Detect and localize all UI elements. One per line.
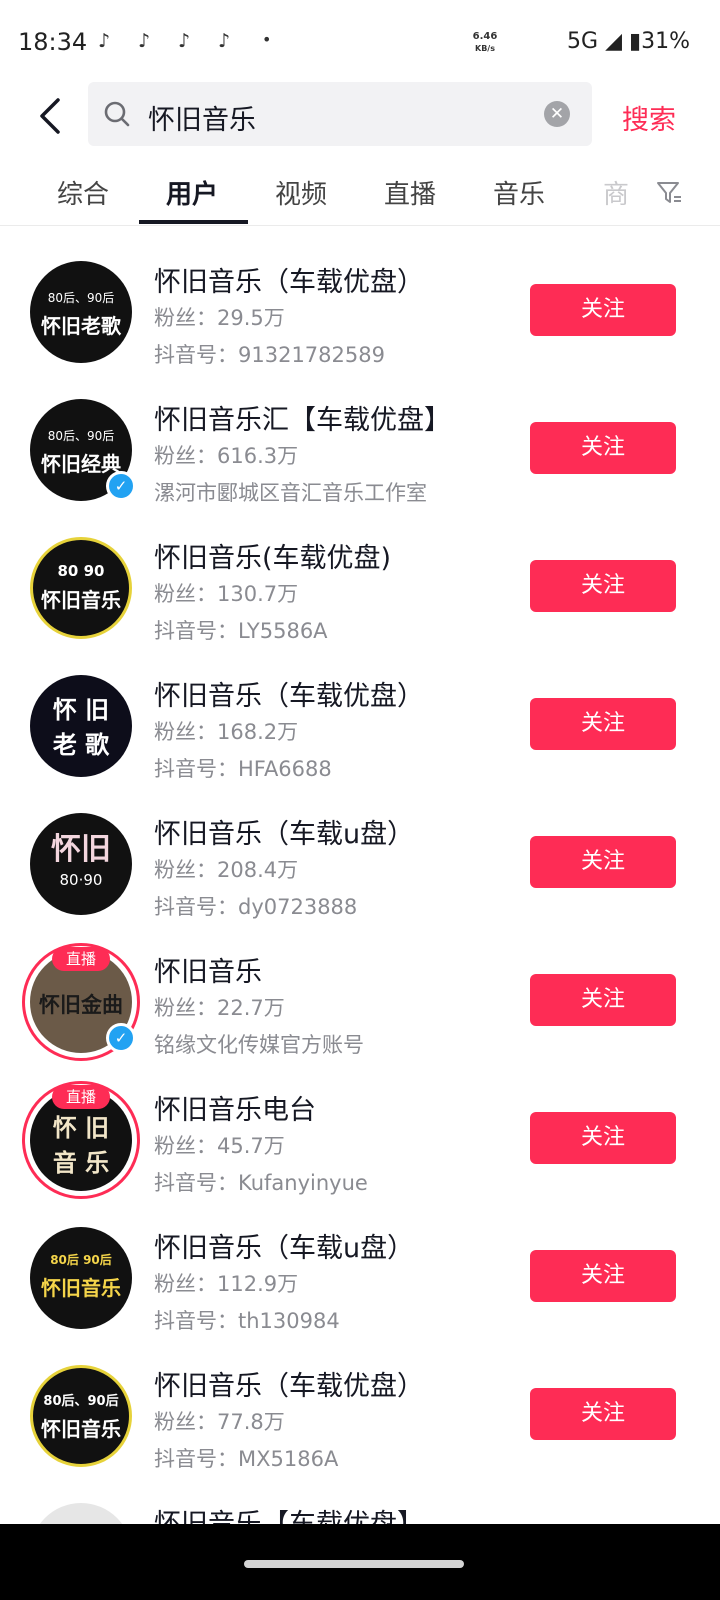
- tiktok-icon: ♪: [98, 30, 111, 52]
- avatar[interactable]: 怀 旧 老 歌: [30, 675, 132, 777]
- home-indicator[interactable]: [244, 1560, 464, 1568]
- result-tabs: 综合 用户 视频 直播 音乐 商: [0, 166, 720, 226]
- follow-button[interactable]: 关注: [530, 974, 676, 1026]
- user-name: 怀旧音乐（车载优盘）: [154, 267, 424, 298]
- follow-button[interactable]: 关注: [530, 698, 676, 750]
- user-id: 抖音号：LY5586A: [154, 619, 328, 643]
- user-id: 抖音号：Kufanyinyue: [154, 1171, 368, 1195]
- search-icon: [104, 101, 130, 127]
- follow-button[interactable]: 关注: [530, 1388, 676, 1440]
- network-speed: 6.46 KB/s: [472, 31, 498, 53]
- user-name: 怀旧音乐（车载优盘）: [154, 1371, 424, 1402]
- follow-button[interactable]: 关注: [530, 1112, 676, 1164]
- fans-count: 粉丝：77.8万: [154, 1410, 285, 1434]
- filter-icon[interactable]: [656, 180, 682, 206]
- user-name: 怀旧音乐（车载u盘）: [154, 1233, 415, 1264]
- list-item[interactable]: 80后、90后 怀旧老歌 怀旧音乐（车载优盘） 粉丝：29.5万 抖音号：913…: [0, 228, 720, 367]
- list-item[interactable]: 怀旧 80·90 怀旧音乐（车载u盘） 粉丝：208.4万 抖音号：dy0723…: [0, 780, 720, 919]
- avatar[interactable]: 80后、90后 怀旧老歌: [30, 261, 132, 363]
- fans-count: 粉丝：616.3万: [154, 444, 299, 468]
- status-indicators: 5G ◢ ▮31%: [567, 29, 690, 54]
- user-id: 抖音号：91321782589: [154, 343, 385, 367]
- follow-button[interactable]: 关注: [530, 284, 676, 336]
- user-id: 抖音号：HFA6688: [154, 757, 332, 781]
- user-name: 怀旧音乐: [154, 957, 262, 988]
- active-tab-indicator: [139, 220, 248, 224]
- list-item[interactable]: 80后、90后 怀旧音乐 怀旧音乐（车载优盘） 粉丝：77.8万 抖音号：MX5…: [0, 1332, 720, 1471]
- avatar[interactable]: 怀旧 80·90: [30, 813, 132, 915]
- user-name: 怀旧音乐电台: [154, 1095, 316, 1126]
- tab-videos[interactable]: 视频: [275, 174, 327, 211]
- clear-icon[interactable]: ✕: [544, 101, 570, 127]
- tiktok-icon: ♪: [178, 30, 191, 52]
- tab-music[interactable]: 音乐: [493, 174, 545, 211]
- tab-users[interactable]: 用户: [166, 174, 218, 211]
- search-button[interactable]: 搜索: [622, 98, 676, 137]
- avatar[interactable]: 80后 90后 怀旧音乐: [30, 1227, 132, 1329]
- fans-count: 粉丝：130.7万: [154, 582, 299, 606]
- avatar[interactable]: 80 90 怀旧音乐: [30, 537, 132, 639]
- tab-comprehensive[interactable]: 综合: [57, 174, 109, 211]
- user-name: 怀旧音乐汇【车载优盘】: [154, 405, 451, 436]
- back-arrow-icon[interactable]: [32, 96, 72, 136]
- fans-count: 粉丝：208.4万: [154, 858, 299, 882]
- live-badge: 直播: [52, 947, 110, 971]
- fans-count: 粉丝：22.7万: [154, 996, 285, 1020]
- tiktok-icon: ♪: [218, 30, 231, 52]
- user-description: 漯河市郾城区音汇音乐工作室: [154, 481, 427, 505]
- fans-count: 粉丝：112.9万: [154, 1272, 299, 1296]
- follow-button[interactable]: 关注: [530, 1250, 676, 1302]
- tab-shop[interactable]: 商: [603, 174, 629, 211]
- list-item[interactable]: 80后、90后 怀旧经典 ✓ 怀旧音乐汇【车载优盘】 粉丝：616.3万 漯河市…: [0, 366, 720, 505]
- tiktok-icon: ♪: [138, 30, 151, 52]
- list-item[interactable]: 80 90 怀旧音乐 怀旧音乐(车载优盘) 粉丝：130.7万 抖音号：LY55…: [0, 504, 720, 643]
- user-id: 抖音号：th130984: [154, 1309, 340, 1333]
- tab-live[interactable]: 直播: [384, 174, 436, 211]
- follow-button[interactable]: 关注: [530, 422, 676, 474]
- follow-button[interactable]: 关注: [530, 560, 676, 612]
- fans-count: 粉丝：168.2万: [154, 720, 299, 744]
- status-bar: 18:34 ♪ ♪ ♪ ♪ • 6.46 KB/s 5G ◢ ▮31%: [0, 0, 720, 80]
- status-time: 18:34: [18, 28, 88, 56]
- list-item[interactable]: 怀 旧 老 歌 怀旧音乐（车载优盘） 粉丝：168.2万 抖音号：HFA6688…: [0, 642, 720, 781]
- user-name: 怀旧音乐（车载优盘）: [154, 681, 424, 712]
- list-item[interactable]: 怀旧金曲 直播 ✓ 怀旧音乐 粉丝：22.7万 铭缘文化传媒官方账号 关注: [0, 918, 720, 1061]
- user-name: 怀旧音乐(车载优盘): [154, 543, 392, 574]
- more-notifications-dot: •: [262, 30, 272, 49]
- verified-badge-icon: ✓: [106, 471, 136, 501]
- avatar[interactable]: 80后、90后 怀旧音乐: [30, 1365, 132, 1467]
- list-item[interactable]: 怀 旧 音 乐 直播 怀旧音乐电台 粉丝：45.7万 抖音号：Kufanyiny…: [0, 1056, 720, 1199]
- list-item[interactable]: 80后 90后 怀旧音乐 怀旧音乐（车载u盘） 粉丝：112.9万 抖音号：th…: [0, 1194, 720, 1333]
- search-query[interactable]: 怀旧音乐: [148, 98, 256, 137]
- live-badge: 直播: [52, 1085, 110, 1109]
- user-description: 铭缘文化传媒官方账号: [154, 1033, 364, 1057]
- search-input[interactable]: 怀旧音乐 ✕: [88, 82, 592, 146]
- user-name: 怀旧音乐（车载u盘）: [154, 819, 415, 850]
- user-id: 抖音号：MX5186A: [154, 1447, 339, 1471]
- verified-badge-icon: ✓: [106, 1023, 136, 1053]
- fans-count: 粉丝：29.5万: [154, 306, 285, 330]
- user-id: 抖音号：dy0723888: [154, 895, 358, 919]
- fans-count: 粉丝：45.7万: [154, 1134, 285, 1158]
- follow-button[interactable]: 关注: [530, 836, 676, 888]
- system-navigation-bar: [0, 1524, 720, 1600]
